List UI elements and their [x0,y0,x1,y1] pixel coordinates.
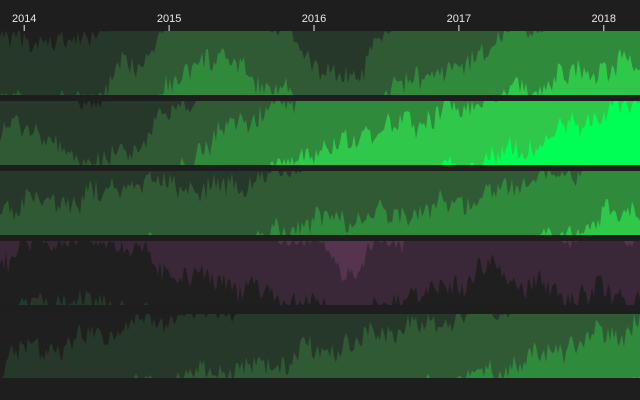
horizon-chart: 2014 2015 2016 2017 2018 [0,13,640,378]
horizon-rows [0,31,640,378]
horizon-row-2 [0,101,640,165]
x-tick-label-2017: 2017 [447,13,471,25]
horizon-row-4 [0,241,640,305]
x-tick-label-2014: 2014 [12,13,36,25]
x-tick-label-2018: 2018 [592,13,616,25]
horizon-row-5 [0,314,640,378]
x-tick-label-2015: 2015 [157,13,181,25]
horizon-row-1 [0,31,640,95]
x-axis: 2014 2015 2016 2017 2018 [12,13,616,31]
horizon-row-3 [0,171,640,235]
x-tick-label-2016: 2016 [302,13,326,25]
